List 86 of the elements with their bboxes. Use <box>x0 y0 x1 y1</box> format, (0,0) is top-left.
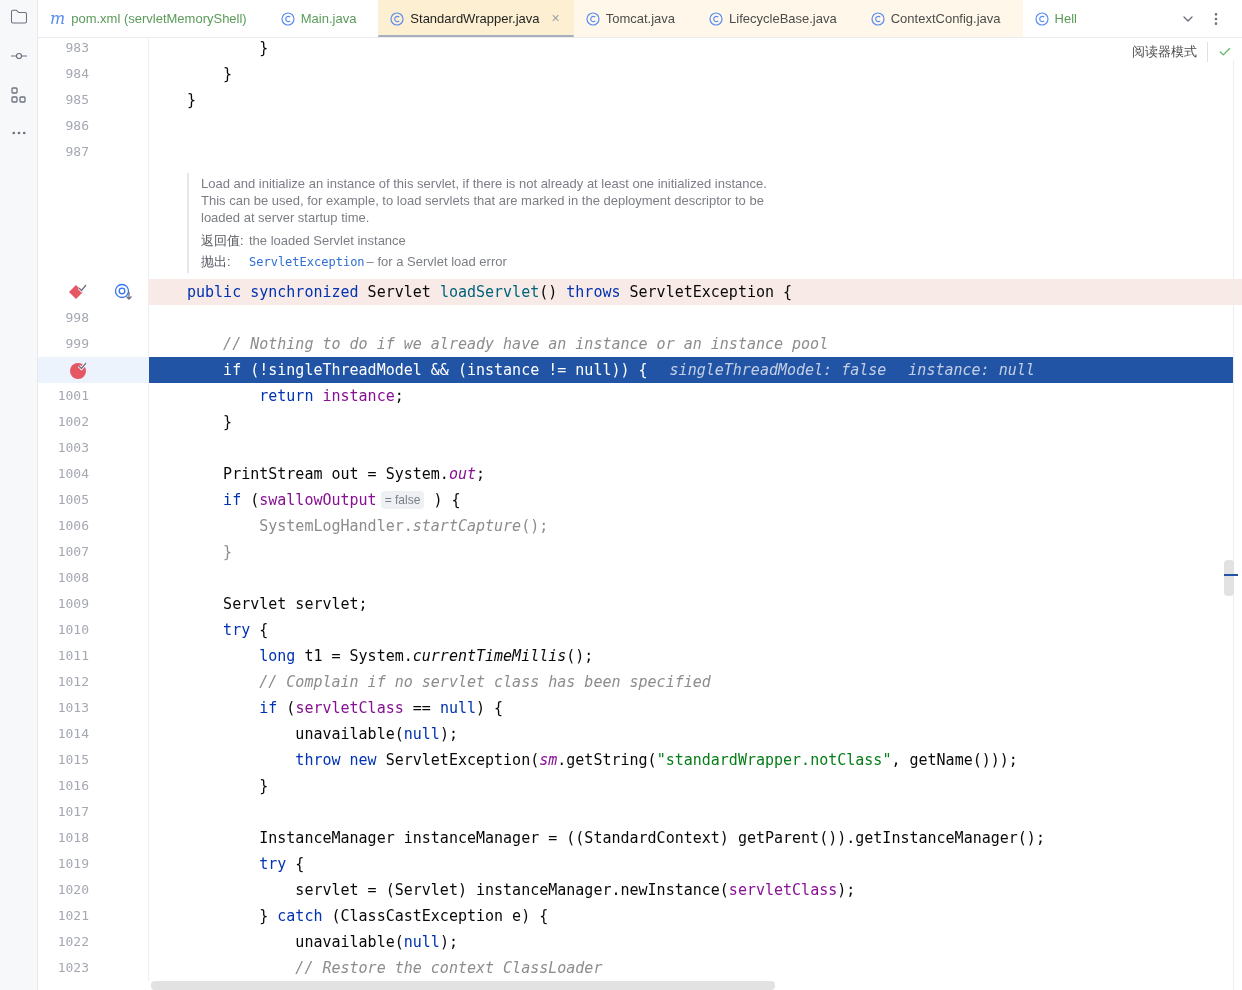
line-number: 1014 <box>56 725 89 744</box>
code-text: // Complain if no servlet class has been specified <box>258 671 711 693</box>
line-number: 1007 <box>56 543 89 562</box>
file-type-label: m <box>50 7 66 30</box>
line-number: 986 <box>64 117 89 136</box>
debug-value-hint: singleThreadModel: false <box>669 359 887 381</box>
code-text: } <box>187 89 197 111</box>
horizontal-scrollbar-thumb[interactable] <box>151 981 775 990</box>
line-number: 1018 <box>56 829 89 848</box>
class-icon <box>585 11 600 26</box>
line-number: 1016 <box>56 777 89 796</box>
code-text: SystemLogHandler.startCapture(); <box>258 515 549 537</box>
code-text: ) { <box>432 489 461 511</box>
code-text: } <box>222 541 233 563</box>
line-number: 1008 <box>56 569 89 588</box>
line-number: 1001 <box>56 387 89 406</box>
doc-label: 抛出: <box>201 253 232 270</box>
override-icon[interactable] <box>114 283 134 301</box>
line-number: 1022 <box>56 933 89 952</box>
line-number: 1013 <box>56 699 89 718</box>
class-icon <box>870 11 885 26</box>
folder-icon[interactable] <box>9 8 28 26</box>
breakpoint-icon[interactable] <box>69 360 89 380</box>
scrollbar-thumb[interactable] <box>1224 560 1234 596</box>
code-text: InstanceManager instanceManager = ((StandardContext) getParent()).getInstanceManager(); <box>258 827 1045 849</box>
doc-description: Load and initialize an instance of this servlet, if there is not already at least one initialized instance. This can be used, for example, to load servlets that are marked in the deployment descriptor to be loaded at server startup time. <box>201 175 768 226</box>
code-text: PrintStream out = System.out; <box>222 463 486 485</box>
file-tab[interactable]: LifecycleBase.java <box>697 0 859 37</box>
breakpoint-marker <box>1224 574 1238 576</box>
code-text: throw new ServletException(sm.getString("standardWrapper.notClass", getName())); <box>294 749 1018 771</box>
line-number: 987 <box>64 143 89 162</box>
doc-label: 返回值: <box>201 232 245 249</box>
line-number: 1019 <box>56 855 89 874</box>
code-text: unavailable(null); <box>294 931 458 953</box>
code-text: if (swallowOutput <box>222 489 377 511</box>
code-text: public synchronized Servlet loadServlet() throws ServletException { <box>187 281 793 303</box>
line-number: 1015 <box>56 751 89 770</box>
doc-link[interactable]: ServletException <box>249 254 365 271</box>
code-text: try { <box>258 853 305 875</box>
code-text: long t1 = System.currentTimeMillis(); <box>258 645 594 667</box>
line-number: 1012 <box>56 673 89 692</box>
line-number: 1011 <box>56 647 89 666</box>
line-number: 1006 <box>56 517 89 536</box>
code-text: } <box>222 411 233 433</box>
file-tab[interactable]: ContextConfig.java <box>858 0 1023 37</box>
inline-value-hint: = false <box>380 491 425 509</box>
line-number: 1023 <box>56 959 89 978</box>
structure-icon[interactable] <box>9 86 28 104</box>
code-text: servlet = (Servlet) instanceManager.newInstance(servletClass); <box>294 879 856 901</box>
line-number: 1017 <box>56 803 89 822</box>
code-text: } <box>222 63 233 85</box>
class-icon <box>390 11 405 26</box>
line-number: 998 <box>64 309 89 328</box>
file-tab[interactable]: Tomcat.java <box>573 0 698 37</box>
code-text: return instance; <box>258 385 404 407</box>
code-text: } <box>258 775 269 797</box>
line-number: 999 <box>64 335 89 354</box>
debug-value-hint: instance: null <box>908 359 1035 381</box>
code-text: try { <box>222 619 269 641</box>
code-text: } <box>258 38 269 59</box>
doc-text: the loaded Servlet instance <box>249 232 406 249</box>
line-number: 1003 <box>56 439 89 458</box>
line-number: 985 <box>64 91 89 110</box>
line-number: 1009 <box>56 595 89 614</box>
reader-mode-button[interactable]: 阅读器模式 <box>1132 42 1208 62</box>
class-icon <box>1034 11 1049 26</box>
code-text: if (servletClass == null) { <box>258 697 504 719</box>
code-text: unavailable(null); <box>294 723 458 745</box>
line-number: 1010 <box>56 621 89 640</box>
line-number: 984 <box>64 65 89 84</box>
line-number: 1004 <box>56 465 89 484</box>
code-text: Servlet servlet; <box>222 593 368 615</box>
method-breakpoint-icon[interactable] <box>68 283 88 301</box>
class-icon <box>280 11 295 26</box>
line-number: 1021 <box>56 907 89 926</box>
line-number: 1005 <box>56 491 89 510</box>
code-text: // Nothing to do if we already have an instance or an instance pool <box>222 333 829 355</box>
code-text: // Restore the context ClassLoader <box>294 957 603 979</box>
class-icon <box>709 11 724 26</box>
line-number: 1002 <box>56 413 89 432</box>
line-number: 983 <box>64 39 89 58</box>
code-text: } catch (ClassCastException e) { <box>258 905 549 927</box>
line-number: 1020 <box>56 881 89 900</box>
code-text: if (!singleThreadModel && (instance != null)) { <box>222 359 648 381</box>
file-tab[interactable]: StandardWrapper.java × <box>378 0 574 37</box>
doc-text: – for a Servlet load error <box>366 253 507 270</box>
